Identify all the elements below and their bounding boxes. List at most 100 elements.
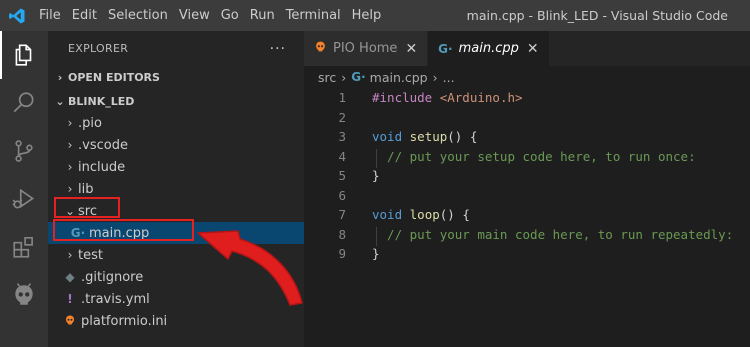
chevron-right-icon: › [57, 70, 63, 84]
line-number: 1 [338, 90, 346, 106]
chevron-right-icon: › [432, 69, 438, 85]
chevron-right-icon: › [341, 69, 347, 85]
tree-item-label: .vscode [78, 137, 128, 153]
code-token: loop [409, 207, 440, 223]
code-line[interactable]: 2 [304, 108, 750, 128]
explorer-header: EXPLORER ··· [48, 31, 304, 66]
explorer-title: EXPLORER [68, 42, 129, 55]
menu-bar: File Edit Selection View Go Run Terminal… [34, 0, 387, 31]
line-number: 6 [338, 187, 346, 203]
menu-selection[interactable]: Selection [103, 8, 173, 23]
menu-terminal[interactable]: Terminal [281, 8, 346, 23]
code-line[interactable]: 6 [304, 186, 750, 206]
code-text: // put your main code here, to run repea… [346, 226, 734, 247]
source-control-icon[interactable] [0, 127, 48, 175]
explorer-icon[interactable] [0, 31, 48, 79]
tab-main-cpp[interactable]: G· main.cpp ✕ [428, 31, 550, 66]
editor-area: PIO Home ✕ G· main.cpp ✕ src › G· main.c… [304, 31, 750, 347]
tab-label: PIO Home [333, 41, 398, 56]
chevron-right-icon: › [67, 182, 73, 196]
code-line[interactable]: 4 // put your setup code here, to run on… [304, 147, 750, 169]
code-line[interactable]: 8 // put your main code here, to run rep… [304, 225, 750, 247]
code-token: void [372, 207, 410, 223]
main-cpp-highlight-box [53, 219, 194, 241]
extensions-icon[interactable] [0, 223, 48, 271]
code-text: void setup() { [346, 129, 477, 144]
menu-edit[interactable]: Edit [67, 8, 102, 23]
menu-view[interactable]: View [174, 8, 215, 23]
tree-item-label: lib [78, 181, 94, 197]
menu-file[interactable]: File [34, 8, 66, 23]
breadcrumb-file[interactable]: main.cpp [370, 70, 428, 85]
code-line[interactable]: 1 #include <Arduino.h> [304, 88, 750, 108]
chevron-down-icon: ⌄ [55, 94, 65, 108]
tree-item-include[interactable]: › include [48, 156, 304, 178]
code-line[interactable]: 7 void loop() { [304, 205, 750, 225]
tree-item-vscode[interactable]: › .vscode [48, 134, 304, 156]
breadcrumb-src[interactable]: src [318, 70, 336, 85]
line-number: 4 [338, 148, 346, 164]
code-text: // put your setup code here, to run once… [346, 148, 696, 169]
code-line[interactable]: 5} [304, 166, 750, 186]
line-number: 3 [338, 129, 346, 145]
tab-label: main.cpp [458, 41, 519, 56]
title-bar: File Edit Selection View Go Run Terminal… [0, 0, 750, 31]
window-title: main.cpp - Blink_LED - Visual Studio Cod… [466, 8, 728, 23]
code-token: } [372, 246, 380, 262]
cpp-file-icon: G· [351, 70, 366, 84]
open-editors-section[interactable]: › OPEN EDITORS [48, 66, 304, 88]
code-line[interactable]: 9} [304, 244, 750, 264]
platformio-icon [314, 40, 327, 57]
code-token: // put your main code here, to run repea… [372, 226, 734, 242]
code-token: // put your setup code here, to run once… [372, 148, 696, 164]
project-label: BLINK_LED [68, 94, 135, 108]
tree-item-pio[interactable]: › .pio [48, 112, 304, 134]
vscode-logo-icon[interactable] [0, 0, 34, 31]
tree-item-label: .pio [78, 115, 102, 131]
menu-go[interactable]: Go [216, 8, 244, 23]
tree-item-platformio-ini[interactable]: platformio.ini [48, 310, 304, 332]
project-section[interactable]: ⌄ BLINK_LED [48, 90, 304, 112]
git-icon: ◆ [65, 270, 75, 284]
src-highlight-box [54, 197, 120, 218]
more-actions-icon[interactable]: ··· [270, 41, 286, 57]
code-editor[interactable]: 1 #include <Arduino.h> 2 3 void setup() {4 /… [304, 88, 750, 264]
search-icon[interactable] [0, 79, 48, 127]
line-number: 5 [338, 168, 346, 184]
breadcrumb: src › G· main.cpp › ... [304, 66, 750, 88]
code-text: } [346, 246, 380, 261]
activity-bar [0, 31, 48, 347]
indent-guide [376, 226, 377, 247]
code-token: } [372, 168, 380, 184]
tab-pio-home[interactable]: PIO Home ✕ [304, 31, 429, 66]
code-token: <Arduino.h> [439, 90, 523, 106]
menu-help[interactable]: Help [347, 8, 387, 23]
close-icon[interactable]: ✕ [527, 41, 539, 57]
code-token: () { [447, 129, 478, 145]
editor-tabs: PIO Home ✕ G· main.cpp ✕ [304, 31, 750, 66]
code-token: setup [409, 129, 448, 145]
line-number: 2 [338, 109, 346, 125]
tree-item-label: .travis.yml [81, 291, 150, 307]
run-debug-icon[interactable] [0, 175, 48, 223]
tree-item-label: .gitignore [81, 269, 144, 285]
menu-run[interactable]: Run [245, 8, 280, 23]
line-number: 7 [338, 207, 346, 223]
breadcrumb-symbol[interactable]: ... [443, 70, 455, 85]
chevron-right-icon: › [67, 160, 73, 174]
platformio-icon[interactable] [0, 271, 48, 319]
code-text: void loop() { [346, 207, 470, 222]
code-text: #include <Arduino.h> [346, 90, 523, 105]
open-editors-label: OPEN EDITORS [68, 70, 160, 84]
line-number: 8 [338, 226, 346, 242]
code-token: void [372, 129, 410, 145]
yaml-icon: ! [67, 292, 73, 306]
code-line[interactable]: 3 void setup() { [304, 127, 750, 147]
close-icon[interactable]: ✕ [405, 41, 417, 57]
chevron-right-icon: › [67, 116, 73, 130]
code-token: #include [372, 90, 440, 106]
chevron-right-icon: › [67, 138, 73, 152]
tree-item-label: include [78, 159, 126, 175]
tree-item-label: platformio.ini [81, 313, 168, 329]
chevron-right-icon: › [67, 248, 73, 262]
